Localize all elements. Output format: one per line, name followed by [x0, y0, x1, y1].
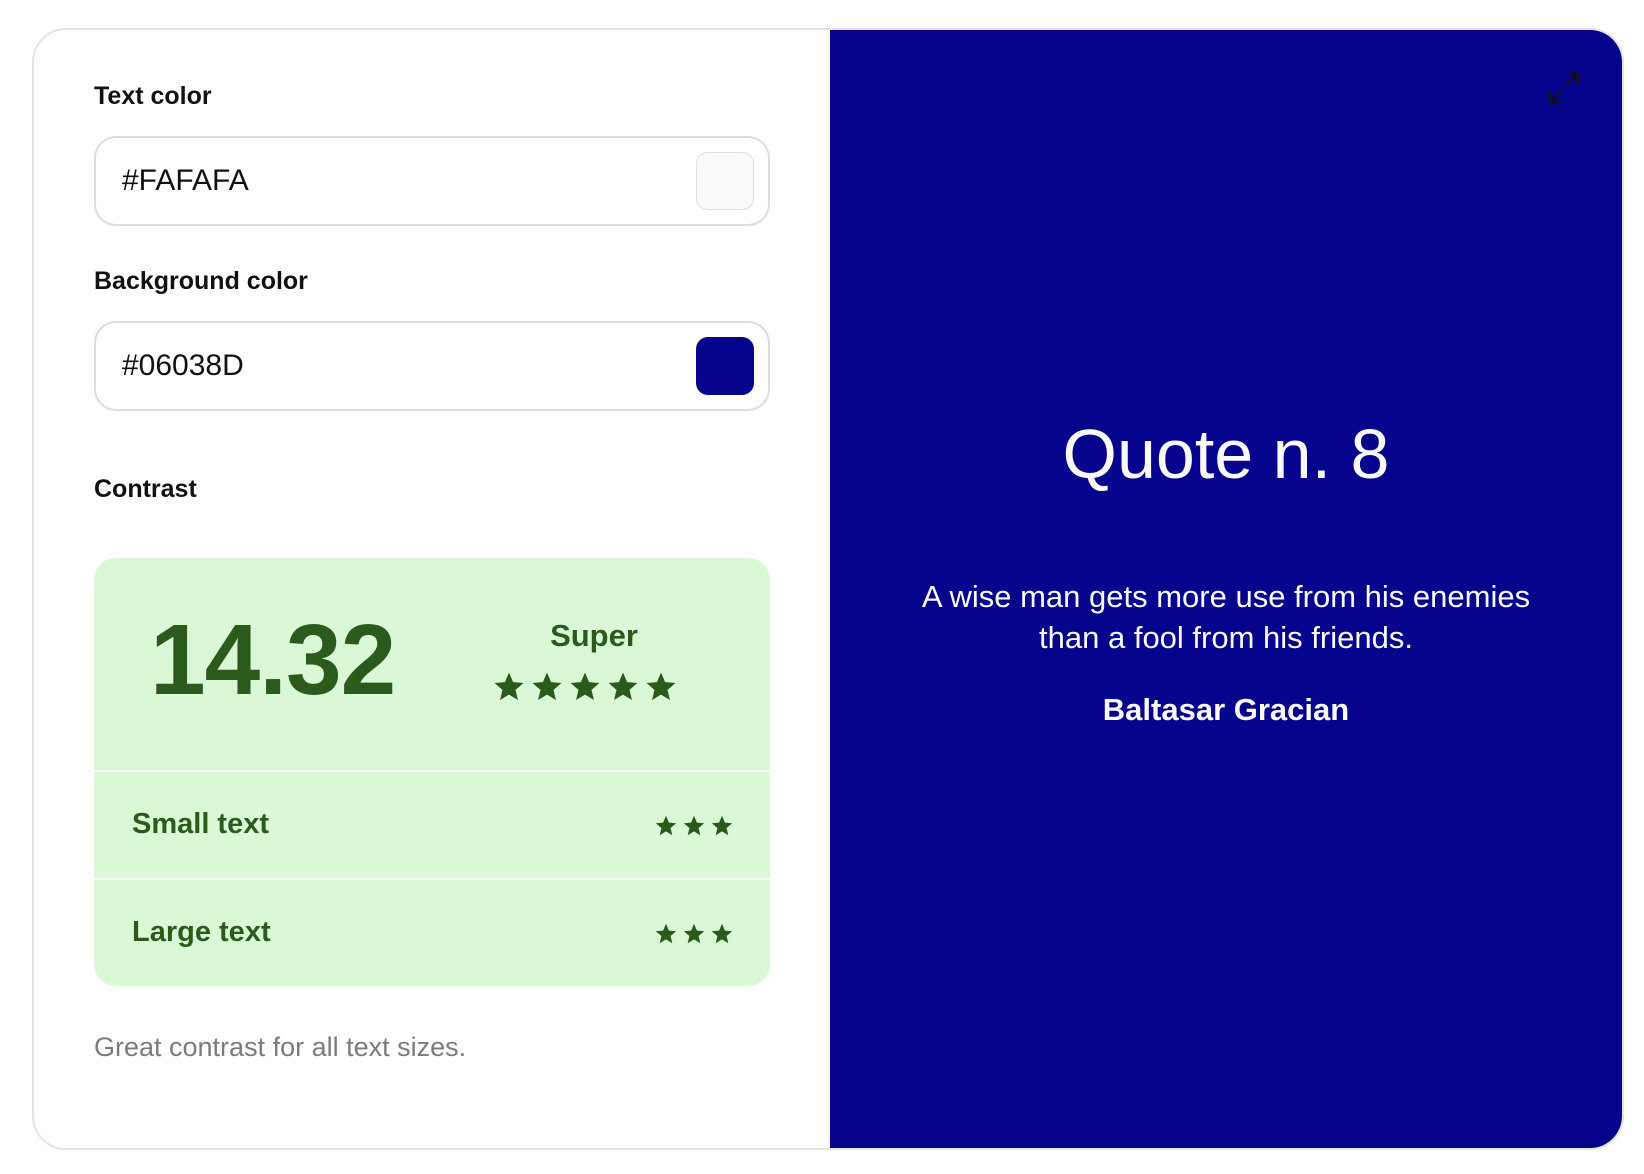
quote-preview: Quote n. 8 A wise man gets more use from…: [830, 30, 1622, 1148]
expand-icon[interactable]: [1546, 70, 1582, 106]
star-icon: [683, 923, 705, 944]
small-text-row: Small text: [94, 772, 770, 878]
small-text-stars: [654, 814, 734, 838]
contrast-ratio: 14.32: [150, 604, 396, 716]
large-text-label: Large text: [132, 916, 271, 948]
star-icon: [532, 672, 562, 701]
text-color-field[interactable]: [94, 136, 770, 226]
background-color-label: Background color: [94, 267, 308, 295]
star-icon: [655, 923, 677, 944]
contrast-summary: 14.32 Super: [94, 558, 770, 770]
large-text-row: Large text: [94, 880, 770, 986]
star-icon: [711, 815, 733, 836]
background-color-field[interactable]: [94, 321, 770, 411]
text-color-swatch[interactable]: [696, 152, 754, 210]
small-text-label: Small text: [132, 808, 269, 840]
star-icon: [494, 672, 524, 701]
contrast-result-box: 14.32 Super Small text Large text: [94, 558, 770, 986]
contrast-label: Contrast: [94, 475, 197, 503]
quote-title: Quote n. 8: [1062, 415, 1390, 493]
large-text-stars: [654, 922, 734, 946]
contrast-rating: Super: [550, 618, 638, 653]
star-icon: [646, 672, 676, 701]
background-color-swatch[interactable]: [696, 337, 754, 395]
star-icon: [711, 923, 733, 944]
star-icon: [608, 672, 638, 701]
star-icon: [570, 672, 600, 701]
settings-panel: Text color Background color Contrast 14.…: [34, 30, 830, 1148]
text-color-input[interactable]: [122, 138, 642, 224]
contrast-note: Great contrast for all text sizes.: [94, 1032, 467, 1062]
text-color-label: Text color: [94, 82, 212, 110]
quote-text: A wise man gets more use from his enemie…: [921, 579, 1531, 655]
quote-author: Baltasar Gracian: [1102, 692, 1350, 727]
contrast-checker-card: Text color Background color Contrast 14.…: [32, 28, 1624, 1150]
star-icon: [683, 815, 705, 836]
background-color-input[interactable]: [122, 323, 642, 409]
star-icon: [655, 815, 677, 836]
rating-stars: [492, 670, 678, 704]
